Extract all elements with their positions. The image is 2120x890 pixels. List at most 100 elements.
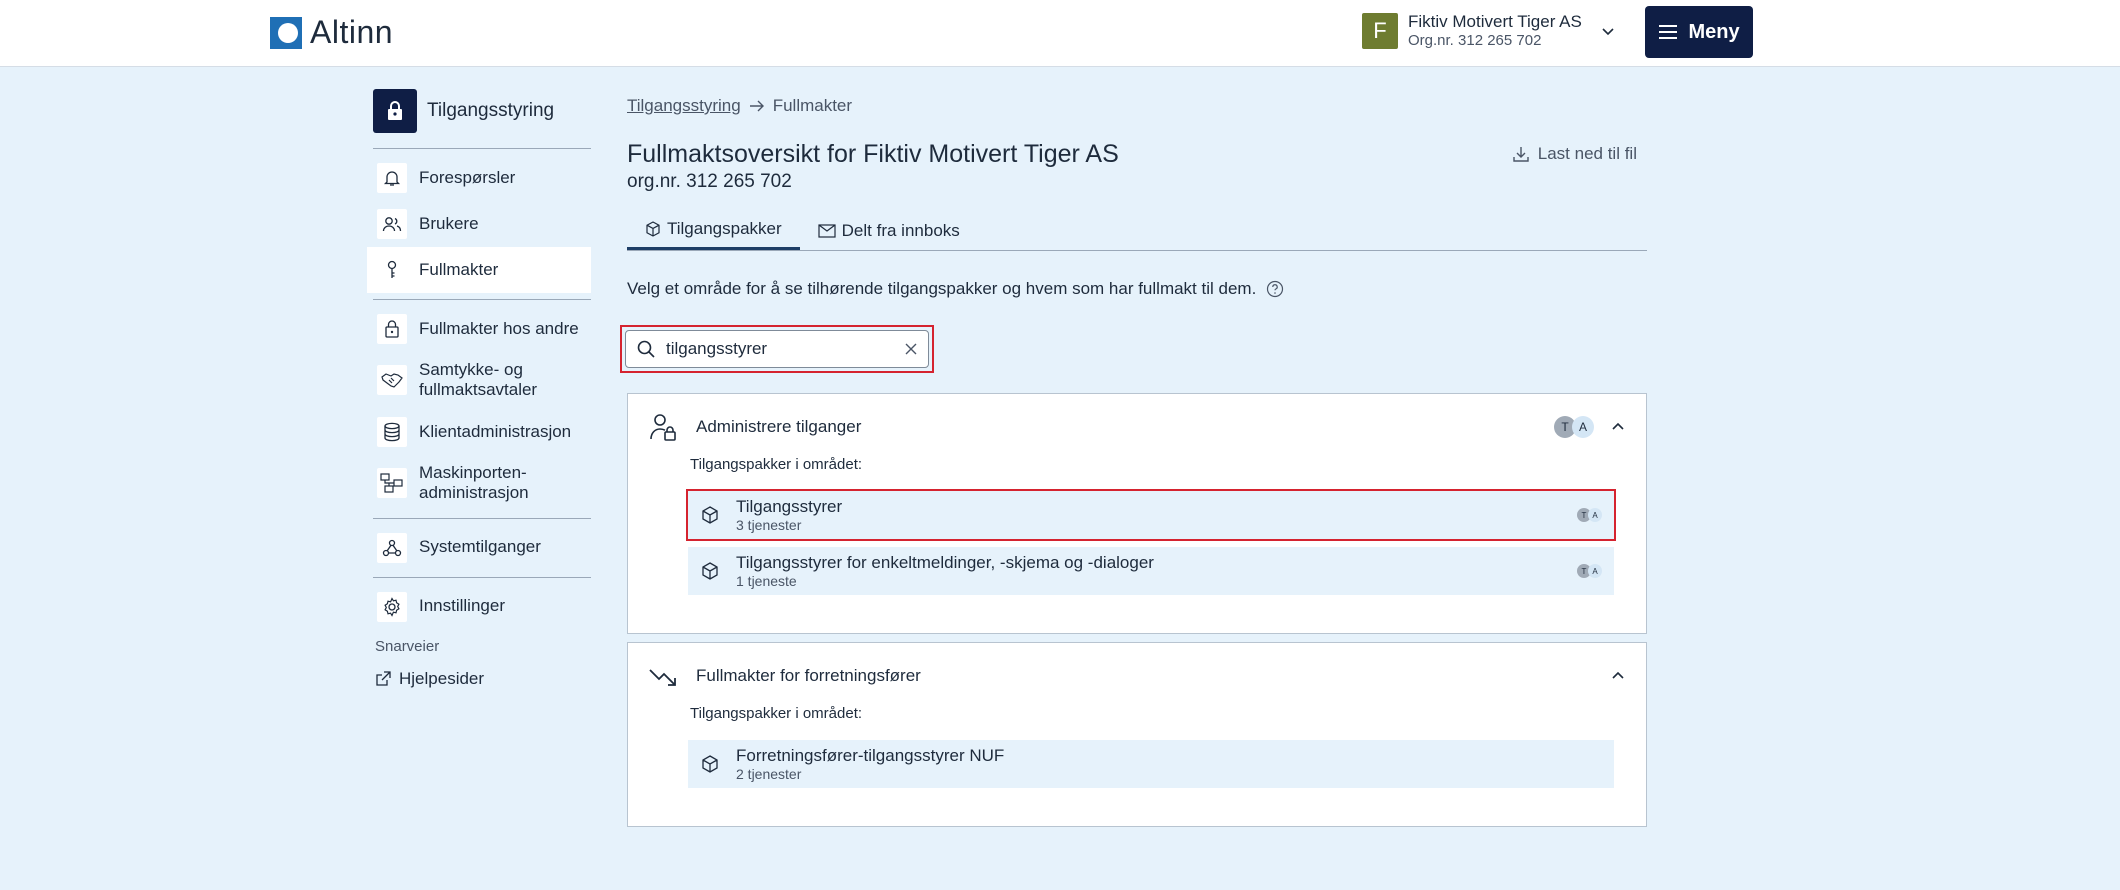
sidebar: Tilgangsstyring Forespørsler Brukere Ful… <box>367 88 591 689</box>
download-icon <box>1513 147 1529 162</box>
chevron-up-icon <box>1612 671 1624 679</box>
sidebar-item-label: Innstillinger <box>419 596 505 616</box>
shortcuts-heading: Snarveier <box>375 637 440 655</box>
altinn-logo[interactable]: Altinn <box>270 14 393 51</box>
sidebar-item-klientadministrasjon[interactable]: Klientadministrasjon <box>367 409 591 455</box>
package-count: 2 tjenester <box>736 765 802 782</box>
sidebar-item-innstillinger[interactable]: Innstillinger <box>367 584 591 630</box>
divider <box>373 148 591 149</box>
sidebar-item-samtykke[interactable]: Samtykke- og fullmaktsavtaler <box>367 352 591 409</box>
tab-label: Tilgangspakker <box>667 219 782 238</box>
padlock-icon <box>377 314 407 344</box>
package-icon <box>646 221 660 237</box>
sidebar-item-label: Fullmakter <box>419 259 499 279</box>
package-list: Tilgangsstyrer 3 tjenester T A Tilgangss… <box>628 489 1646 595</box>
package-icon <box>702 562 718 580</box>
mini-badges: T A <box>1577 508 1602 522</box>
area-panel-header[interactable]: Fullmakter for forretningsfører <box>628 643 1646 709</box>
badge: A <box>1572 416 1594 438</box>
main-content: Tilgangsstyring Fullmakter Fullmaktsover… <box>620 88 1647 827</box>
page-title: Fullmaktsoversikt for Fiktiv Motivert Ti… <box>627 140 1119 168</box>
breadcrumb-root-link[interactable]: Tilgangsstyring <box>627 96 741 116</box>
package-count: 3 tjenester <box>736 516 802 533</box>
sidebar-item-maskinporten[interactable]: Maskinporten-administrasjon <box>367 455 591 512</box>
package-item-tilgangsstyrer[interactable]: Tilgangsstyrer 3 tjenester T A <box>686 489 1616 541</box>
tab-bar: Tilgangspakker Delt fra innboks <box>627 211 1647 251</box>
org-name: Fiktiv Motivert Tiger AS <box>1408 12 1582 31</box>
divider <box>373 299 591 300</box>
external-link-icon <box>376 670 391 686</box>
intro-text: Velg et område for å se tilhørende tilga… <box>627 279 1257 298</box>
package-icon <box>702 755 718 773</box>
help-circle-icon[interactable] <box>1266 280 1284 298</box>
page-subtitle: org.nr. 312 265 702 <box>627 171 792 192</box>
sidebar-item-foresporsler[interactable]: Forespørsler <box>367 155 591 201</box>
area-title: Administrere tilganger <box>696 417 862 436</box>
key-icon <box>377 255 407 285</box>
mini-badge: A <box>1588 564 1602 578</box>
download-label: Last ned til fil <box>1537 144 1637 163</box>
sidebar-item-label: Brukere <box>419 213 479 233</box>
divider <box>373 576 591 578</box>
menu-button[interactable]: Meny <box>1645 6 1753 58</box>
package-text: Tilgangsstyrer 3 tjenester <box>736 497 1577 533</box>
packages-label: Tilgangspakker i området: <box>690 456 863 473</box>
area-panel-administrere: Administrere tilganger T A Tilgangspakke… <box>627 393 1647 634</box>
sidebar-item-fullmakter[interactable]: Fullmakter <box>367 247 591 293</box>
package-title: Tilgangsstyrer for enkeltmeldinger, -skj… <box>736 553 1154 573</box>
trend-down-icon <box>649 669 676 686</box>
envelope-icon <box>818 223 836 238</box>
search-input[interactable]: tilgangsstyrer <box>625 330 929 368</box>
menu-label: Meny <box>1688 20 1740 43</box>
package-item-tilgangsstyrer-enkeltmeldinger[interactable]: Tilgangsstyrer for enkeltmeldinger, -skj… <box>688 547 1614 595</box>
tab-label: Delt fra innboks <box>841 220 960 240</box>
sidebar-item-fullmakter-hos-andre[interactable]: Fullmakter hos andre <box>367 306 591 352</box>
help-pages-link[interactable]: Hjelpesider <box>367 655 591 689</box>
breadcrumb: Tilgangsstyring Fullmakter <box>627 88 1647 124</box>
title-row: Fullmaktsoversikt for Fiktiv Motivert Ti… <box>627 140 1647 193</box>
sidebar-item-label: Maskinporten-administrasjon <box>419 462 529 503</box>
package-item-forretningsforer-nuf[interactable]: Forretningsfører-tilgangsstyrer NUF 2 tj… <box>688 740 1614 788</box>
sidebar-item-systemtilganger[interactable]: Systemtilganger <box>367 525 591 571</box>
arrow-right-icon <box>749 100 764 112</box>
area-panel-forretningsforer: Fullmakter for forretningsfører Tilgangs… <box>627 642 1647 827</box>
package-text: Tilgangsstyrer for enkeltmeldinger, -skj… <box>736 553 1577 589</box>
mini-badges: T A <box>1577 564 1602 578</box>
top-header: Altinn F Fiktiv Motivert Tiger AS Org.nr… <box>0 0 2120 67</box>
tab-delt-fra-innboks[interactable]: Delt fra innboks <box>800 211 978 250</box>
gear-icon <box>377 591 407 622</box>
chevron-up-icon <box>1612 422 1624 430</box>
divider <box>373 517 591 519</box>
chevron-down-icon <box>1602 28 1614 36</box>
sidebar-item-label: Klientadministrasjon <box>419 421 572 441</box>
package-icon <box>702 506 718 524</box>
package-title: Forretningsfører-tilgangsstyrer NUF <box>736 746 1005 766</box>
intro-text-row: Velg et område for å se tilhørende tilga… <box>627 279 1647 299</box>
search-value: tilgangsstyrer <box>666 339 768 358</box>
bell-icon <box>377 163 407 193</box>
tab-tilgangspakker[interactable]: Tilgangspakker <box>627 211 800 250</box>
sidebar-title: Tilgangsstyring <box>427 100 555 121</box>
sidebar-item-label: Forespørsler <box>419 167 516 187</box>
users-icon <box>377 209 407 239</box>
download-button[interactable]: Last ned til fil <box>1512 144 1637 164</box>
package-count: 1 tjeneste <box>736 572 797 589</box>
package-text: Forretningsfører-tilgangsstyrer NUF 2 tj… <box>736 746 1602 782</box>
search-icon <box>637 340 655 358</box>
nodes-icon <box>377 532 407 563</box>
package-title: Tilgangsstyrer <box>736 497 843 517</box>
close-icon[interactable] <box>904 342 918 356</box>
sidebar-item-label: Samtykke- og fullmaktsavtaler <box>419 360 538 400</box>
sidebar-item-label: Fullmakter hos andre <box>419 318 579 338</box>
org-switcher[interactable]: F Fiktiv Motivert Tiger AS Org.nr. 312 2… <box>1362 12 1616 50</box>
sidebar-header[interactable]: Tilgangsstyring <box>367 88 591 134</box>
area-title: Fullmakter for forretningsfører <box>696 666 921 685</box>
user-lock-icon <box>650 414 676 441</box>
altinn-logo-icon <box>270 16 302 49</box>
sidebar-item-brukere[interactable]: Brukere <box>367 201 591 247</box>
network-icon <box>377 468 407 499</box>
area-panel-header[interactable]: Administrere tilganger T A <box>628 394 1646 460</box>
org-avatar: F <box>1362 13 1398 50</box>
logo-text: Altinn <box>310 14 394 50</box>
org-text: Fiktiv Motivert Tiger AS Org.nr. 312 265… <box>1408 12 1582 50</box>
